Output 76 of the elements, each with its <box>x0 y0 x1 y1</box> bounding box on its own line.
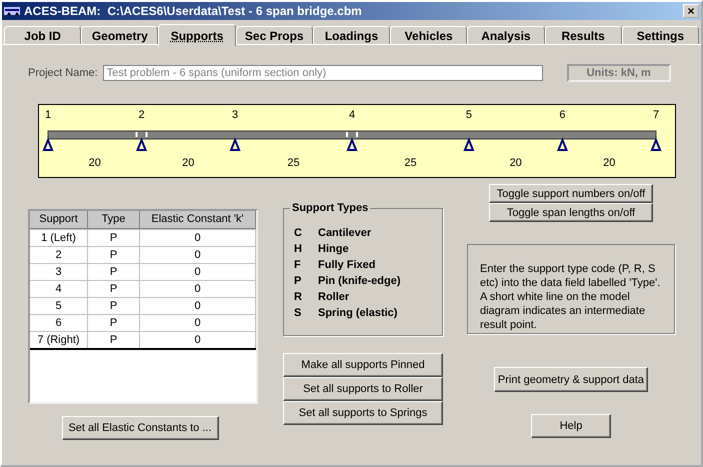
type-name: Cantilever <box>318 227 372 241</box>
tab[interactable]: Loadings <box>312 26 390 44</box>
tab[interactable]: Supports <box>158 24 236 46</box>
table-cell[interactable]: 7 (Right) <box>30 332 88 348</box>
set-supports-button[interactable]: Set all supports to Roller <box>283 377 443 401</box>
tab[interactable]: Job ID <box>4 26 82 44</box>
type-code: C <box>293 227 303 241</box>
table-cell[interactable]: 6 <box>30 315 88 331</box>
type-name: Pin (knife-edge) <box>318 275 401 289</box>
table-cell[interactable]: 5 <box>30 298 88 314</box>
span-length: 20 <box>88 157 101 169</box>
table-cell[interactable]: 4 <box>30 281 88 297</box>
window-title: ACES-BEAM: C:\ACES6\Userdata\Test - 6 span bridge.cbm <box>24 4 363 18</box>
table-cell[interactable]: 0 <box>140 230 256 246</box>
support-number: 2 <box>138 109 145 121</box>
type-code: R <box>293 291 303 305</box>
tab[interactable]: Settings <box>622 26 699 44</box>
type-code: S <box>293 307 302 321</box>
tab[interactable]: Results <box>544 26 622 44</box>
toggle-button[interactable]: Toggle span lengths on/off <box>489 203 653 222</box>
set-supports-button[interactable]: Make all supports Pinned <box>283 353 443 377</box>
tab[interactable]: Analysis <box>467 26 545 44</box>
type-name: Hinge <box>318 243 349 257</box>
table-cell[interactable]: P <box>88 315 140 331</box>
type-name: Spring (elastic) <box>318 307 398 321</box>
support-number: 5 <box>466 109 472 121</box>
span-length: 25 <box>404 157 417 169</box>
table-cell[interactable]: 1 (Left) <box>30 230 88 246</box>
table-cell[interactable]: P <box>88 332 140 348</box>
pin-support-icon <box>136 137 148 151</box>
support-types-title: Support Types <box>290 202 370 214</box>
span-length: 25 <box>287 157 300 169</box>
table-cell[interactable]: P <box>88 247 140 263</box>
support-number: 6 <box>559 109 566 121</box>
tab[interactable]: Geometry <box>81 26 158 44</box>
span-length: 20 <box>510 157 522 169</box>
table-cell[interactable]: 3 <box>30 264 88 280</box>
table-cell[interactable]: 0 <box>140 315 256 331</box>
type-name: Fully Fixed <box>318 259 376 273</box>
type-code: P <box>293 275 302 289</box>
tab[interactable]: Vehicles <box>390 26 468 44</box>
table-cell[interactable]: 0 <box>140 332 256 348</box>
info-text: Enter the support type code (P, R, S etc) into the data field labelled 'Type'. A short white line on the model diagram indicates an intermediate result point. <box>467 244 675 334</box>
column-header: Elastic Constant 'k' <box>140 211 256 229</box>
app-icon <box>4 4 20 18</box>
type-code: H <box>293 243 303 257</box>
table-cell[interactable]: 0 <box>140 247 256 263</box>
table-cell[interactable]: 0 <box>140 264 256 280</box>
table-cell[interactable]: 2 <box>30 247 88 263</box>
print-button[interactable]: Print geometry & support data <box>494 367 648 392</box>
toggle-button[interactable]: Toggle support numbers on/off <box>489 184 653 203</box>
units-display: Units: kN, m <box>566 64 671 82</box>
span-length: 20 <box>182 157 194 169</box>
pin-support-icon <box>346 137 358 151</box>
type-code: F <box>293 259 302 273</box>
close-button[interactable]: × <box>683 4 699 18</box>
table-cell[interactable]: P <box>88 298 140 314</box>
help-button[interactable]: Help <box>531 414 611 438</box>
column-header: Support <box>30 211 88 229</box>
table-cell[interactable]: 0 <box>140 281 256 297</box>
table-cell[interactable]: P <box>88 230 140 246</box>
span-length: 20 <box>603 157 616 169</box>
project-name-label: Project Name: <box>28 67 98 79</box>
support-number: 4 <box>348 109 356 121</box>
set-supports-button[interactable]: Set all supports to Springs <box>283 401 443 425</box>
set-elastic-constants-button[interactable]: Set all Elastic Constants to ... <box>62 416 218 440</box>
support-number: 1 <box>44 109 52 121</box>
support-number: 3 <box>232 109 238 121</box>
table-cell[interactable]: 0 <box>140 298 256 314</box>
table-cell[interactable]: P <box>88 281 140 297</box>
column-header: Type <box>88 211 140 229</box>
type-name: Roller <box>318 291 350 305</box>
table-cell[interactable]: P <box>88 264 140 280</box>
tab[interactable]: Sec Props <box>236 26 313 44</box>
project-name-field[interactable]: Test problem - 6 spans (uniform section only) <box>102 65 543 81</box>
support-number: 7 <box>652 109 660 121</box>
